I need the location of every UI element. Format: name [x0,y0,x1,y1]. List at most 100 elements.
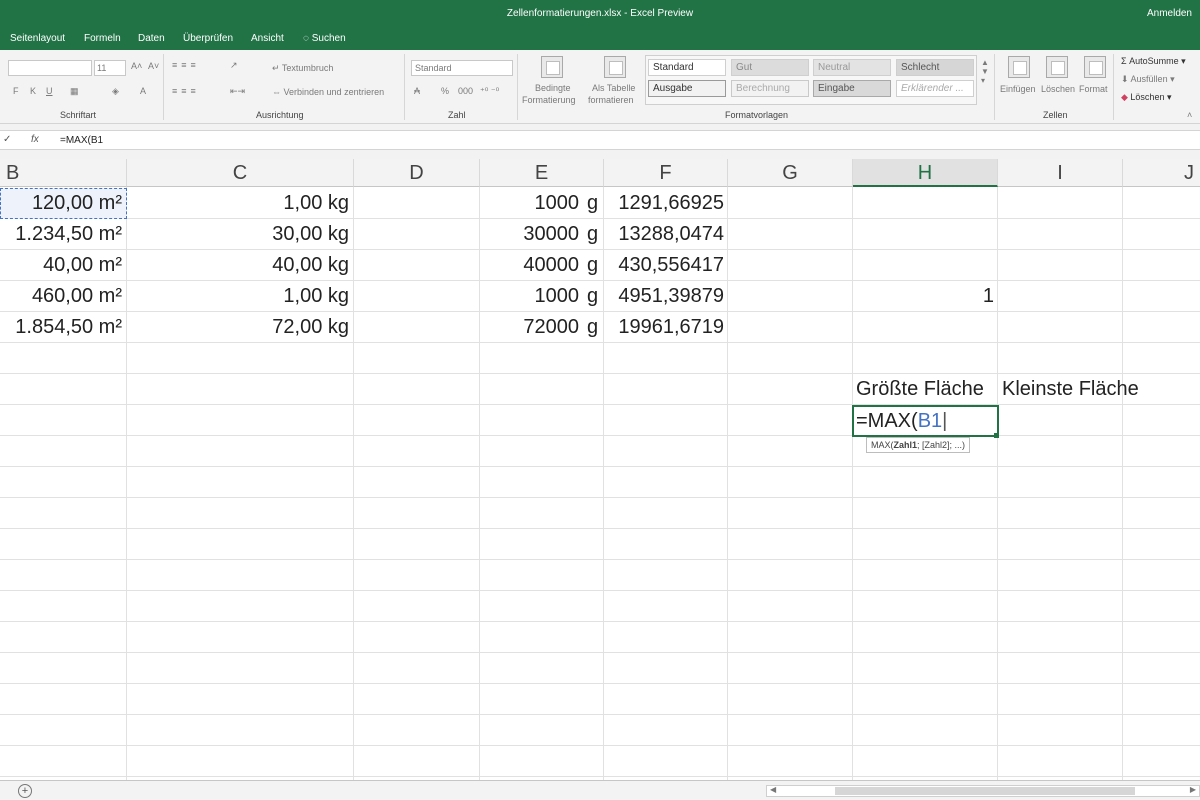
tab-data[interactable]: Daten [138,33,165,44]
signin-link[interactable]: Anmelden [1147,8,1192,19]
cell-c3[interactable]: 40,00 kg [127,250,349,280]
cell-h4[interactable]: 1 [853,281,994,311]
cell-e3[interactable]: 40000 [480,250,579,280]
column-header-d[interactable]: D [354,159,480,187]
cell-b4[interactable]: 460,00 m² [0,281,122,311]
format-cells-label[interactable]: Format [1079,84,1108,94]
cell-b1[interactable]: 120,00 m² [0,188,122,218]
font-size-select[interactable]: 11 [94,60,126,76]
currency-icon[interactable]: ₳ [414,86,420,96]
cell-c4[interactable]: 1,00 kg [127,281,349,311]
clear-button[interactable]: ◆ Löschen ▾ [1121,92,1171,103]
column-header-c[interactable]: C [127,159,354,187]
cell-b3[interactable]: 40,00 m² [0,250,122,280]
cell-b5[interactable]: 1.854,50 m² [0,312,122,342]
fill-color-icon[interactable]: ◈ [112,86,119,97]
tab-formulas[interactable]: Formeln [84,33,121,44]
italic-button[interactable]: K [30,86,36,96]
cell-f2[interactable]: 13288,0474 [604,219,724,249]
as-table-label-1[interactable]: Als Tabelle [592,83,635,93]
cell-e2[interactable]: 30000 [480,219,579,249]
delete-cells-icon[interactable] [1046,56,1068,78]
collapse-ribbon-icon[interactable]: ˄ [1187,110,1192,120]
cell-e1[interactable]: 1000 [480,188,580,218]
cell-c2[interactable]: 30,00 kg [127,219,349,249]
group-separator [994,54,995,120]
insert-cells-icon[interactable] [1008,56,1030,78]
cell-e4[interactable]: 1000 [480,281,580,311]
column-header-i[interactable]: I [998,159,1123,187]
cell-e5[interactable]: 72000 [480,312,579,342]
cell-edit-text[interactable]: =MAX(B1| [856,407,947,435]
insert-function-icon[interactable]: fx [31,134,39,145]
shrink-font-icon[interactable]: A˅ [148,61,159,71]
tooltip-rest: ; [Zahl2]; ...) [917,440,966,450]
cond-format-label-1[interactable]: Bedingte [535,83,571,93]
tooltip-current-arg: Zahl1 [893,440,918,450]
tab-review[interactable]: Überprüfen [183,33,233,44]
scroll-thumb[interactable] [835,787,1135,795]
style-output[interactable]: Ausgabe [648,80,726,97]
add-sheet-icon[interactable]: + [18,784,32,798]
horizontal-scrollbar[interactable]: ◀ ▶ [766,785,1200,797]
percent-icon[interactable]: % [441,86,449,96]
style-calculation[interactable]: Berechnung [731,80,809,97]
fill-handle[interactable] [994,433,999,438]
scroll-right-icon[interactable]: ▶ [1190,785,1196,794]
orientation-icon[interactable]: ↗ [230,60,238,71]
cell-f5[interactable]: 19961,6719 [604,312,724,342]
style-good[interactable]: Gut [731,59,809,76]
autosum-button[interactable]: Σ AutoSumme ▾ [1121,56,1186,67]
number-format-select[interactable]: Standard [411,60,513,76]
tab-search[interactable]: ◌ Suchen [303,33,346,44]
cell-f1[interactable]: 1291,66925 [604,188,724,218]
column-header-h[interactable]: H [853,159,998,187]
column-header-j[interactable]: J [1123,159,1200,187]
font-color-icon[interactable]: A [140,86,146,96]
decimal-icons[interactable]: ⁺⁰ ⁻⁰ [480,86,499,97]
as-table-label-2[interactable]: formatieren [588,95,634,105]
delete-cells-label[interactable]: Löschen [1041,84,1075,94]
cell-f3[interactable]: 430,556417 [604,250,724,280]
cell-i7-smallest-area[interactable]: Kleinste Fläche [1002,374,1139,404]
thousands-icon[interactable]: 000 [458,86,473,96]
underline-button[interactable]: U [46,86,53,96]
tab-view[interactable]: Ansicht [251,33,284,44]
cell-f4[interactable]: 4951,39879 [604,281,724,311]
vertical-align-icons[interactable]: ≡≡≡ [172,60,200,70]
format-as-table-icon[interactable] [604,56,626,78]
style-standard[interactable]: Standard [648,59,726,76]
grow-font-icon[interactable]: A˄ [131,61,142,71]
cond-format-label-2[interactable]: Formatierung [522,95,576,105]
style-bad[interactable]: Schlecht [896,59,974,76]
cell-c5[interactable]: 72,00 kg [127,312,349,342]
cell-b2[interactable]: 1.234,50 m² [0,219,122,249]
enter-check-icon[interactable]: ✓ [3,134,11,145]
horizontal-align-icons[interactable]: ≡≡≡ [172,86,200,96]
gallery-scroll-icon[interactable]: ▲ ▼ ▾ [981,58,989,85]
border-icon[interactable]: ▦ [70,86,79,97]
style-input[interactable]: Eingabe [813,80,891,97]
column-header-g[interactable]: G [728,159,853,187]
insert-cells-label[interactable]: Einfügen [1000,84,1036,94]
column-header-b[interactable]: B [0,159,127,187]
active-cell-h8[interactable]: =MAX(B1| [852,405,999,437]
column-header-e[interactable]: E [480,159,604,187]
scroll-left-icon[interactable]: ◀ [770,785,776,794]
indent-icons[interactable]: ⇤⇥ [230,86,245,97]
format-cells-icon[interactable] [1084,56,1106,78]
bold-button[interactable]: F [13,86,19,96]
merge-center-button[interactable]: ⇔ Verbinden und zentrieren [272,87,384,97]
worksheet-grid[interactable]: B C D E F G H I J 120,00 m² 1,00 kg 1000… [0,159,1200,780]
fill-button[interactable]: ⬇ Ausfüllen ▾ [1121,74,1175,85]
column-header-f[interactable]: F [604,159,728,187]
formula-input[interactable]: =MAX(B1 [60,135,103,146]
font-name-select[interactable] [8,60,92,76]
wrap-text-button[interactable]: ↵ Textumbruch [272,63,333,74]
cell-c1[interactable]: 1,00 kg [127,188,349,218]
tab-page-layout[interactable]: Seitenlayout [10,33,65,44]
cell-h7-largest-area[interactable]: Größte Fläche [856,374,984,404]
style-explanatory[interactable]: Erklärender ... [896,80,974,97]
style-neutral[interactable]: Neutral [813,59,891,76]
conditional-format-icon[interactable] [541,56,563,78]
